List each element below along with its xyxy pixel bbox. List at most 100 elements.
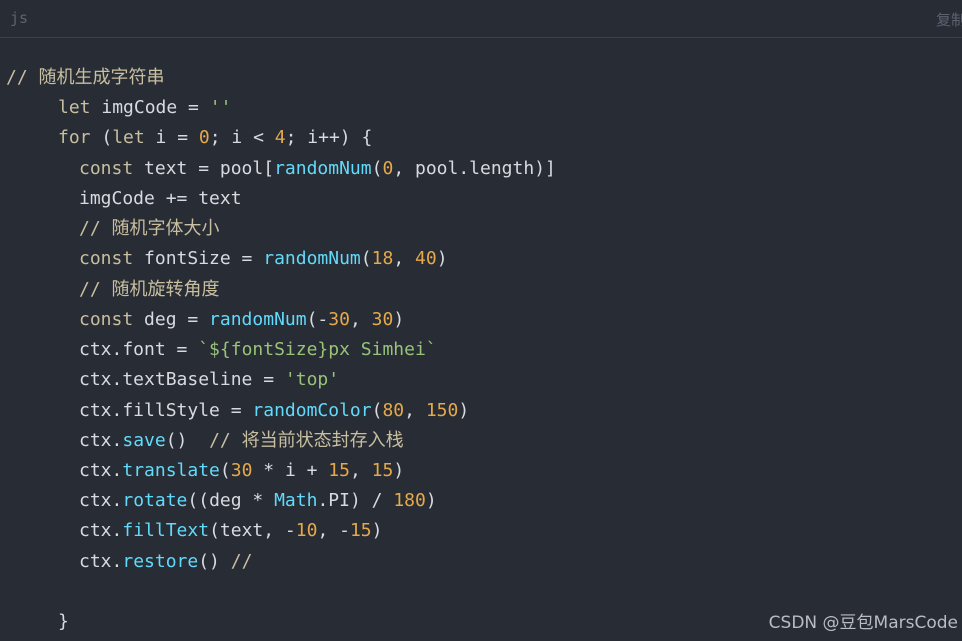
code-line: // 随机生成字符串 (6, 63, 165, 93)
code-token: i = (144, 127, 199, 148)
code-token: , (393, 248, 415, 269)
code-token: restore (122, 551, 199, 572)
code-token: , (349, 309, 372, 330)
code-token: let (58, 97, 91, 118)
code-token: ctx.font = (79, 339, 199, 360)
code-token: ctx.fillStyle = (79, 400, 253, 421)
code-token: () (198, 551, 231, 572)
code-token: const (79, 158, 134, 179)
code-token: 30 (371, 309, 394, 330)
code-token: ( (360, 248, 372, 269)
code-token: text = pool[ (133, 158, 275, 179)
watermark: CSDN @豆包MarsCode (768, 613, 958, 633)
code-line: ctx.rotate((deg * Math.PI) / 180) (79, 486, 437, 516)
code-token: 80 (382, 400, 405, 421)
code-token: 0 (382, 158, 394, 179)
code-token: randomNum (263, 248, 361, 269)
code-token: , pool.length)] (393, 158, 556, 179)
code-line: const text = pool[randomNum(0, pool.leng… (79, 154, 556, 184)
code-token: ) (458, 400, 470, 421)
code-token: 0 (198, 127, 210, 148)
code-token: ctx. (79, 460, 123, 481)
code-token: translate (122, 460, 220, 481)
code-token: * i + (252, 460, 329, 481)
code-line: ctx.save() // 将当前状态封存入栈 (79, 426, 404, 456)
code-line: ctx.textBaseline = 'top' (79, 365, 339, 395)
code-token: let (112, 127, 145, 148)
code-token: ( (371, 400, 383, 421)
code-token: fillText (122, 520, 210, 541)
code-token: ) (425, 490, 437, 511)
code-token: ; i < (209, 127, 275, 148)
code-token: 18 (371, 248, 394, 269)
code-token: ; i++) { (285, 127, 373, 148)
code-line: for (let i = 0; i < 4; i++) { (58, 123, 372, 153)
code-token: // 随机生成字符串 (6, 67, 165, 88)
code-token: 15 (371, 460, 394, 481)
code-token: 40 (415, 248, 437, 269)
code-token: fontSize = (133, 248, 264, 269)
code-token: 15 (349, 520, 372, 541)
code-line: } (58, 607, 69, 637)
code-token: save (122, 430, 166, 451)
code-token: // 将当前状态封存入栈 (209, 430, 404, 451)
code-token: `${fontSize}px Simhei` (198, 339, 437, 360)
code-token: 30 (230, 460, 253, 481)
code-line: let imgCode = '' (58, 93, 231, 123)
code-token: ((deg * (187, 490, 275, 511)
code-token: ( (219, 460, 231, 481)
code-token: rotate (122, 490, 188, 511)
code-line: // 随机旋转角度 (79, 275, 220, 305)
code-token: (- (306, 309, 329, 330)
code-token: imgCode += text (79, 188, 242, 209)
code-token: 4 (274, 127, 286, 148)
code-line: const fontSize = randomNum(18, 40) (79, 244, 448, 274)
code-token: 150 (425, 400, 459, 421)
code-token: () (165, 430, 210, 451)
code-token: , (349, 460, 372, 481)
code-token: ) (393, 309, 405, 330)
code-token: 180 (393, 490, 426, 511)
code-token: // 随机旋转角度 (79, 279, 220, 300)
code-line: ctx.translate(30 * i + 15, 15) (79, 456, 404, 486)
code-line: ctx.font = `${fontSize}px Simhei` (79, 335, 437, 365)
code-token: ctx.textBaseline = (79, 369, 285, 390)
code-token: 15 (328, 460, 350, 481)
code-token: randomNum (209, 309, 307, 330)
code-line: ctx.restore() // (79, 547, 252, 577)
code-line: const deg = randomNum(-30, 30) (79, 305, 404, 335)
code-token: deg = (133, 309, 210, 330)
code-line: ctx.fillStyle = randomColor(80, 150) (79, 396, 469, 426)
code-token: ( (90, 127, 113, 148)
code-token: ctx. (79, 520, 123, 541)
code-token: imgCode = (90, 97, 210, 118)
code-token: ( (371, 158, 383, 179)
language-label: js (10, 9, 29, 27)
code-token: , - (317, 520, 350, 541)
code-token: '' (209, 97, 232, 118)
code-token: (text, - (209, 520, 296, 541)
code-token: 10 (295, 520, 318, 541)
code-token: const (79, 248, 134, 269)
code-token: // 随机字体大小 (79, 218, 220, 239)
code-token: for (58, 127, 91, 148)
code-line: ctx.fillText(text, -10, -15) (79, 516, 383, 546)
code-line: imgCode += text (79, 184, 242, 214)
code-token: } (58, 611, 69, 632)
code-line: // 随机字体大小 (79, 214, 220, 244)
code-token: ctx. (79, 430, 123, 451)
code-token: // (230, 551, 253, 572)
code-block-header: js 复制 (0, 0, 962, 38)
code-token: ) (393, 460, 405, 481)
copy-button[interactable]: 复制 (936, 9, 962, 30)
code-token: ) (436, 248, 448, 269)
code-token: ctx. (79, 490, 123, 511)
code-token: ctx. (79, 551, 123, 572)
code-token: , (404, 400, 426, 421)
code-token: 30 (328, 309, 350, 330)
code-token: randomNum (274, 158, 372, 179)
code-token: .PI) / (317, 490, 394, 511)
code-token: randomColor (252, 400, 372, 421)
code-token: ) (371, 520, 383, 541)
code-token: 'top' (284, 369, 340, 390)
